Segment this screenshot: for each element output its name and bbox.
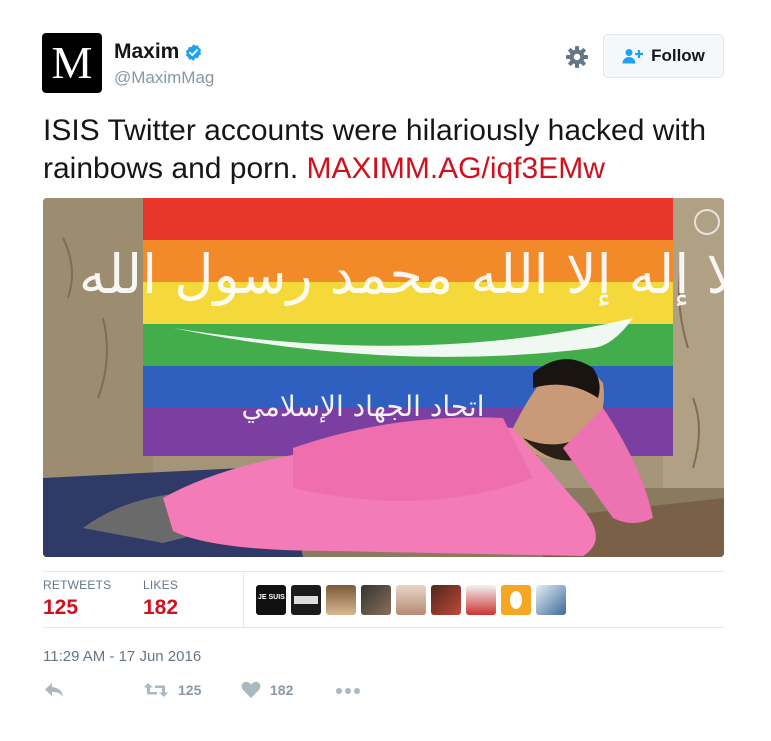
follow-button[interactable]: Follow — [603, 34, 724, 78]
liker-avatar[interactable]: JE SUIS — [256, 585, 286, 615]
like-count: 182 — [270, 682, 294, 698]
tweet-actions: 125 182 — [43, 681, 443, 705]
tweet-timestamp[interactable]: 11:29 AM - 17 Jun 2016 — [43, 648, 201, 665]
retweet-icon — [144, 683, 168, 697]
liker-avatar[interactable] — [291, 585, 321, 615]
add-user-icon — [622, 49, 644, 64]
tweet-media-image[interactable]: لا إله إلا الله محمد رسول الله اتحاد الج… — [43, 198, 724, 557]
display-name-row[interactable]: Maxim — [114, 40, 203, 64]
liker-avatar[interactable] — [501, 585, 531, 615]
account-avatar[interactable]: M — [42, 33, 102, 93]
likers-avatars: JE SUIS — [256, 585, 571, 615]
likes-stat[interactable]: LIKES 182 — [143, 578, 178, 620]
reply-icon — [45, 683, 63, 697]
liker-avatar[interactable] — [361, 585, 391, 615]
verified-badge-icon — [186, 43, 202, 61]
liker-avatar[interactable] — [536, 585, 566, 615]
media-illustration: لا إله إلا الله محمد رسول الله اتحاد الج… — [43, 198, 724, 557]
stats-divider-bottom — [43, 627, 724, 628]
stats-divider-top — [43, 571, 724, 572]
tweet-link[interactable]: MAXIMM.AG/iqf3EMw — [307, 152, 605, 185]
more-dots-icon — [336, 688, 360, 694]
retweet-count: 125 — [178, 682, 202, 698]
liker-avatar[interactable] — [396, 585, 426, 615]
retweets-stat[interactable]: RETWEETS 125 — [43, 578, 111, 620]
display-name[interactable]: Maxim — [114, 40, 179, 64]
account-handle[interactable]: @MaximMag — [114, 68, 214, 88]
gear-icon[interactable] — [565, 45, 589, 69]
like-button[interactable]: 182 — [241, 681, 293, 699]
liker-avatar[interactable] — [466, 585, 496, 615]
avatar-letter: M — [51, 37, 93, 88]
retweets-count: 125 — [43, 596, 79, 619]
liker-avatar[interactable] — [431, 585, 461, 615]
more-button[interactable] — [335, 687, 361, 695]
likes-label: LIKES — [143, 578, 179, 592]
liker-avatar-text: JE SUIS — [258, 594, 285, 601]
flag-script-large: لا إله إلا الله محمد رسول الله — [79, 243, 724, 306]
reply-button[interactable] — [43, 681, 65, 699]
stats-divider-vertical — [243, 572, 244, 627]
retweets-label: RETWEETS — [43, 578, 112, 592]
likes-count: 182 — [143, 596, 179, 619]
retweet-button[interactable]: 125 — [143, 681, 201, 699]
heart-icon — [241, 681, 261, 698]
follow-label: Follow — [651, 46, 705, 65]
liker-avatar[interactable] — [326, 585, 356, 615]
tweet-text: ISIS Twitter accounts were hilariously h… — [43, 112, 743, 188]
